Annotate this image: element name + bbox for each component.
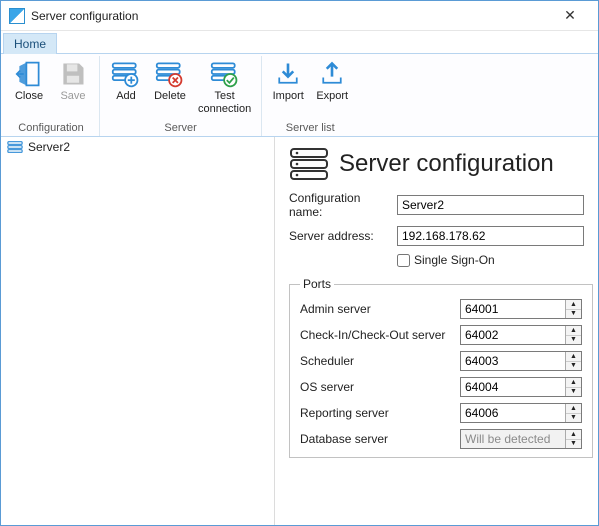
export-icon (316, 58, 348, 90)
admin-port-input[interactable] (461, 300, 565, 318)
scheduler-port-label: Scheduler (300, 354, 460, 368)
ports-legend: Ports (300, 277, 334, 291)
spin-down-icon[interactable]: ▼ (566, 388, 581, 397)
database-port-label: Database server (300, 432, 460, 446)
add-button-label: Add (116, 90, 136, 103)
server-test-icon (209, 58, 241, 90)
reporting-port-spinner[interactable]: ▲▼ (460, 403, 582, 423)
ports-fieldset: Ports Admin server ▲▼ Check-In/Check-Out… (289, 277, 593, 458)
spinner-buttons[interactable]: ▲▼ (565, 404, 581, 422)
spin-up-icon[interactable]: ▲ (566, 378, 581, 388)
sso-checkbox[interactable] (397, 254, 410, 267)
spinner-buttons[interactable]: ▲▼ (565, 352, 581, 370)
ribbon-group-configuration: Close Save Configuration (3, 56, 100, 136)
close-door-icon (13, 58, 45, 90)
close-button-label: Close (15, 90, 43, 103)
reporting-port-label: Reporting server (300, 406, 460, 420)
ribbon-tabstrip: Home (1, 31, 598, 53)
spin-down-icon[interactable]: ▼ (566, 310, 581, 319)
spin-up-icon[interactable]: ▲ (566, 300, 581, 310)
tree-item[interactable]: Server2 (1, 137, 274, 157)
save-button-label: Save (60, 90, 85, 103)
spin-down-icon: ▼ (566, 440, 581, 449)
titlebar: Server configuration ✕ (1, 1, 598, 31)
import-button[interactable]: Import (266, 56, 310, 103)
window-title: Server configuration (31, 9, 550, 23)
os-port-input[interactable] (461, 378, 565, 396)
server-address-label: Server address: (289, 229, 397, 243)
server-icon (7, 140, 23, 154)
sso-label: Single Sign-On (414, 253, 495, 267)
spin-up-icon[interactable]: ▲ (566, 326, 581, 336)
ribbon-group-label-serverlist: Server list (266, 121, 354, 136)
spinner-buttons: ▲▼ (565, 430, 581, 448)
reporting-port-input[interactable] (461, 404, 565, 422)
admin-port-label: Admin server (300, 302, 460, 316)
spinner-buttons[interactable]: ▲▼ (565, 300, 581, 318)
os-port-spinner[interactable]: ▲▼ (460, 377, 582, 397)
detail-pane: Server configuration Configuration name:… (275, 137, 598, 525)
ribbon-group-label-configuration: Configuration (7, 121, 95, 136)
tree-item-label: Server2 (28, 140, 70, 154)
window-close-button[interactable]: ✕ (550, 2, 590, 30)
app-icon (9, 8, 25, 24)
spin-up-icon: ▲ (566, 430, 581, 440)
spin-up-icon[interactable]: ▲ (566, 404, 581, 414)
spinner-buttons[interactable]: ▲▼ (565, 326, 581, 344)
export-button[interactable]: Export (310, 56, 354, 103)
save-disk-icon (57, 58, 89, 90)
server-address-input[interactable] (397, 226, 584, 246)
spin-up-icon[interactable]: ▲ (566, 352, 581, 362)
import-button-label: Import (273, 90, 304, 103)
cico-port-spinner[interactable]: ▲▼ (460, 325, 582, 345)
save-button[interactable]: Save (51, 56, 95, 103)
ribbon: Close Save Configuration (1, 53, 598, 137)
server-delete-icon (154, 58, 186, 90)
detail-title: Server configuration (339, 150, 554, 178)
scheduler-port-input[interactable] (461, 352, 565, 370)
export-button-label: Export (316, 90, 348, 103)
delete-button-label: Delete (154, 90, 186, 103)
delete-button[interactable]: Delete (148, 56, 192, 103)
close-button[interactable]: Close (7, 56, 51, 103)
server-config-window: Server configuration ✕ Home (0, 0, 599, 526)
server-add-icon (110, 58, 142, 90)
spinner-buttons[interactable]: ▲▼ (565, 378, 581, 396)
spin-down-icon[interactable]: ▼ (566, 362, 581, 371)
ribbon-group-server: Add (100, 56, 262, 136)
test-connection-button-label: Test connection (198, 90, 251, 115)
server-tree-pane: Server2 (1, 137, 275, 525)
cico-port-input[interactable] (461, 326, 565, 344)
test-connection-button[interactable]: Test connection (192, 56, 257, 115)
ribbon-group-serverlist: Import Export Server list (262, 56, 358, 136)
add-button[interactable]: Add (104, 56, 148, 103)
server-large-icon (289, 147, 329, 181)
admin-port-spinner[interactable]: ▲▼ (460, 299, 582, 319)
database-port-input (461, 430, 565, 448)
import-icon (272, 58, 304, 90)
config-name-label: Configuration name: (289, 191, 397, 219)
tab-home[interactable]: Home (3, 33, 57, 54)
config-name-input[interactable] (397, 195, 584, 215)
database-port-spinner: ▲▼ (460, 429, 582, 449)
ribbon-group-label-server: Server (104, 121, 257, 136)
scheduler-port-spinner[interactable]: ▲▼ (460, 351, 582, 371)
os-port-label: OS server (300, 380, 460, 394)
cico-port-label: Check-In/Check-Out server (300, 328, 460, 342)
spin-down-icon[interactable]: ▼ (566, 414, 581, 423)
body-split: Server2 Server configuration (1, 137, 598, 525)
detail-header: Server configuration (289, 147, 584, 181)
spin-down-icon[interactable]: ▼ (566, 336, 581, 345)
